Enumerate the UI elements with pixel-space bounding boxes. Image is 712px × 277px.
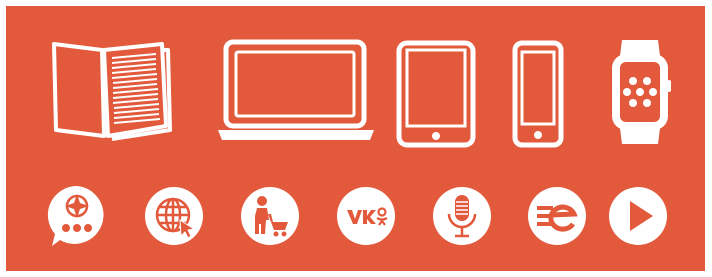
banner (6, 6, 705, 271)
smartphone-icon (512, 40, 564, 148)
e-brand-icon (527, 186, 587, 246)
tablet-icon (396, 40, 476, 148)
vk-odnoklassniki-icon (336, 186, 396, 246)
chat-bubble-compass-icon (46, 184, 108, 250)
open-book-icon (50, 40, 172, 142)
play-icon (608, 186, 668, 246)
globe-cursor-icon (144, 186, 204, 246)
smartwatch-icon (608, 36, 672, 148)
shopping-cart-person-icon (240, 186, 300, 246)
laptop-icon (216, 38, 376, 144)
microphone-icon (432, 186, 492, 250)
